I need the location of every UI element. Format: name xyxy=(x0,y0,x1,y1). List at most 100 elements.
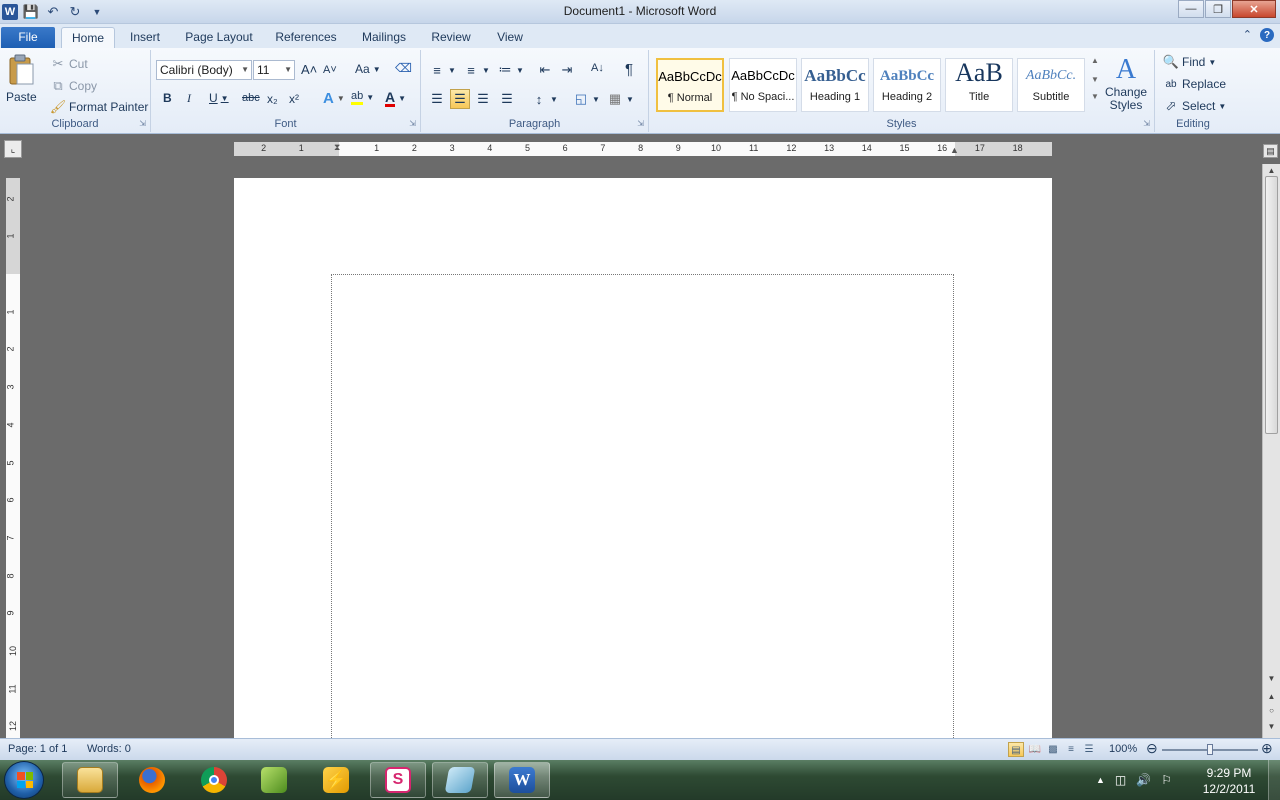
cut-button[interactable]: ✂ Cut xyxy=(50,56,88,72)
replace-button[interactable]: ab Replace xyxy=(1163,76,1226,92)
zoom-level[interactable]: 100% xyxy=(1109,743,1137,755)
zoom-out-icon[interactable]: ⊖ xyxy=(1146,740,1158,757)
show-hide-button[interactable]: ¶ xyxy=(625,61,633,78)
horizontal-ruler[interactable]: 2 1 1 2 3 4 5 6 7 8 9 10 11 12 13 14 15 16 17 18 ⧗ ▲ xyxy=(234,142,1052,156)
bullets-button[interactable]: ≡ ▼ xyxy=(429,62,456,78)
center-button[interactable]: ☰ xyxy=(450,89,470,109)
tab-insert[interactable]: Insert xyxy=(122,27,168,48)
styles-scroll[interactable]: ▲ ▼ ▼ xyxy=(1089,56,1101,101)
view-ruler-icon[interactable]: ▤ xyxy=(1263,144,1278,158)
taskbar-explorer[interactable] xyxy=(62,762,118,798)
close-button[interactable]: ✕ xyxy=(1232,0,1276,18)
shrink-font-button[interactable]: A˅ xyxy=(323,64,337,76)
style-subtitle[interactable]: AaBbCc. Subtitle xyxy=(1017,58,1085,112)
paragraph-dialog-launcher-icon[interactable]: ⇲ xyxy=(637,119,644,128)
clock[interactable]: 9:29 PM 12/2/2011 xyxy=(1196,765,1262,797)
zoom-slider-thumb[interactable] xyxy=(1207,744,1213,755)
right-indent-marker-icon[interactable]: ▲ xyxy=(950,145,959,155)
chevron-down-icon[interactable]: ▼ xyxy=(1091,75,1099,84)
bold-button[interactable]: B xyxy=(163,91,172,105)
next-page-icon[interactable]: ▼ xyxy=(1265,720,1278,734)
web-layout-view-icon[interactable]: ▩ xyxy=(1045,742,1061,757)
show-hidden-icons-icon[interactable]: ▲ xyxy=(1096,775,1105,785)
paste-button[interactable]: Paste xyxy=(6,54,37,104)
taskbar-app-lightning[interactable]: ⚡ xyxy=(308,762,364,798)
draft-view-icon[interactable]: ☰ xyxy=(1081,742,1097,757)
underline-button[interactable]: U ▼ xyxy=(209,91,229,105)
tab-home[interactable]: Home xyxy=(61,27,115,48)
help-icon[interactable]: ? xyxy=(1260,28,1274,42)
style-no-spacing[interactable]: AaBbCcDc ¶ No Spaci... xyxy=(729,58,797,112)
copy-button[interactable]: ⧉ Copy xyxy=(50,78,97,94)
font-color-button[interactable]: A ▼ xyxy=(385,90,406,107)
tab-view[interactable]: View xyxy=(490,27,530,48)
grow-font-button[interactable]: A˄ xyxy=(301,62,317,77)
document-page[interactable] xyxy=(234,178,1052,744)
font-name-combo[interactable]: Calibri (Body) ▼ xyxy=(156,60,252,80)
increase-indent-button[interactable]: ⇥ xyxy=(559,62,575,78)
scroll-down-icon[interactable]: ▼ xyxy=(1265,672,1278,686)
clear-formatting-button[interactable]: ⌫ xyxy=(395,61,412,75)
style-heading-1[interactable]: AaBbCc Heading 1 xyxy=(801,58,869,112)
style-normal[interactable]: AaBbCcDc ¶ Normal xyxy=(656,58,724,112)
browse-object-icon[interactable]: ○ xyxy=(1265,704,1278,718)
volume-icon[interactable]: 🔊 xyxy=(1136,773,1151,787)
taskbar-app-green[interactable] xyxy=(246,762,302,798)
font-size-combo[interactable]: 11 ▼ xyxy=(253,60,295,80)
maximize-button[interactable]: ❐ xyxy=(1205,0,1231,18)
vertical-ruler[interactable]: 2 1 1 2 3 4 5 6 7 8 9 10 11 12 xyxy=(6,178,20,738)
strikethrough-button[interactable]: abc xyxy=(242,92,260,104)
network-icon[interactable]: ◫ xyxy=(1115,773,1126,787)
taskbar-word[interactable]: W xyxy=(494,762,550,798)
tab-page-layout[interactable]: Page Layout xyxy=(182,27,256,48)
minimize-button[interactable]: — xyxy=(1178,0,1204,18)
borders-button[interactable]: ▦ ▼ xyxy=(607,91,634,107)
previous-page-icon[interactable]: ▲ xyxy=(1265,690,1278,704)
taskbar-chrome[interactable] xyxy=(186,762,242,798)
zoom-in-icon[interactable]: ⊕ xyxy=(1261,740,1273,757)
tab-file[interactable]: File xyxy=(1,27,55,48)
tab-references[interactable]: References xyxy=(272,27,340,48)
zoom-slider[interactable] xyxy=(1162,744,1258,755)
align-right-button[interactable]: ☰ xyxy=(475,91,491,107)
subscript-button[interactable]: x₂ xyxy=(267,92,278,106)
decrease-indent-button[interactable]: ⇤ xyxy=(537,62,553,78)
align-left-button[interactable]: ☰ xyxy=(429,91,445,107)
text-effects-button[interactable]: A ▼ xyxy=(323,90,345,107)
highlight-button[interactable]: ab ▼ xyxy=(351,90,374,105)
italic-button[interactable]: I xyxy=(187,91,191,106)
print-layout-view-icon[interactable]: ▤ xyxy=(1008,742,1024,757)
line-spacing-button[interactable]: ↕ ▼ xyxy=(531,91,558,107)
sort-button[interactable]: A↓ xyxy=(591,62,604,74)
format-painter-button[interactable]: 🖌 Format Painter xyxy=(50,99,149,115)
text-boundary[interactable] xyxy=(331,274,954,744)
page-count[interactable]: Page: 1 of 1 xyxy=(8,743,67,755)
vertical-scrollbar[interactable]: ▲ ▼ ▲ ○ ▼ xyxy=(1262,164,1280,738)
font-dialog-launcher-icon[interactable]: ⇲ xyxy=(409,119,416,128)
tab-selector-button[interactable]: ⌞ xyxy=(4,140,22,158)
word-count[interactable]: Words: 0 xyxy=(87,743,131,755)
scrollbar-thumb[interactable] xyxy=(1265,176,1278,434)
taskbar-app-pink[interactable]: S xyxy=(370,762,426,798)
style-heading-2[interactable]: AaBbCc Heading 2 xyxy=(873,58,941,112)
action-center-icon[interactable]: ⚐ xyxy=(1161,773,1172,787)
scroll-up-icon[interactable]: ▲ xyxy=(1265,164,1278,178)
numbering-button[interactable]: ≡ ▼ xyxy=(463,62,490,78)
clipboard-dialog-launcher-icon[interactable]: ⇲ xyxy=(139,119,146,128)
tab-review[interactable]: Review xyxy=(427,27,475,48)
select-button[interactable]: ⬀ Select ▼ xyxy=(1163,98,1227,114)
chevron-up-icon[interactable]: ▲ xyxy=(1091,56,1099,65)
multilevel-list-button[interactable]: ≔ ▼ xyxy=(497,62,524,78)
indent-marker-icon[interactable]: ⧗ xyxy=(334,142,340,153)
tab-mailings[interactable]: Mailings xyxy=(356,27,412,48)
full-screen-reading-view-icon[interactable]: 📖 xyxy=(1027,742,1043,757)
minimize-ribbon-icon[interactable]: ⌃ xyxy=(1243,28,1252,42)
more-styles-icon[interactable]: ▼ xyxy=(1091,92,1099,101)
shading-button[interactable]: ◱ ▼ xyxy=(573,91,600,107)
outline-view-icon[interactable]: ≡ xyxy=(1063,742,1079,757)
show-desktop-button[interactable] xyxy=(1268,760,1280,800)
change-styles-button[interactable]: A Change Styles xyxy=(1105,54,1147,112)
superscript-button[interactable]: x² xyxy=(289,92,299,106)
change-case-button[interactable]: Aa ▼ xyxy=(355,62,381,76)
justify-button[interactable]: ☰ xyxy=(499,91,515,107)
